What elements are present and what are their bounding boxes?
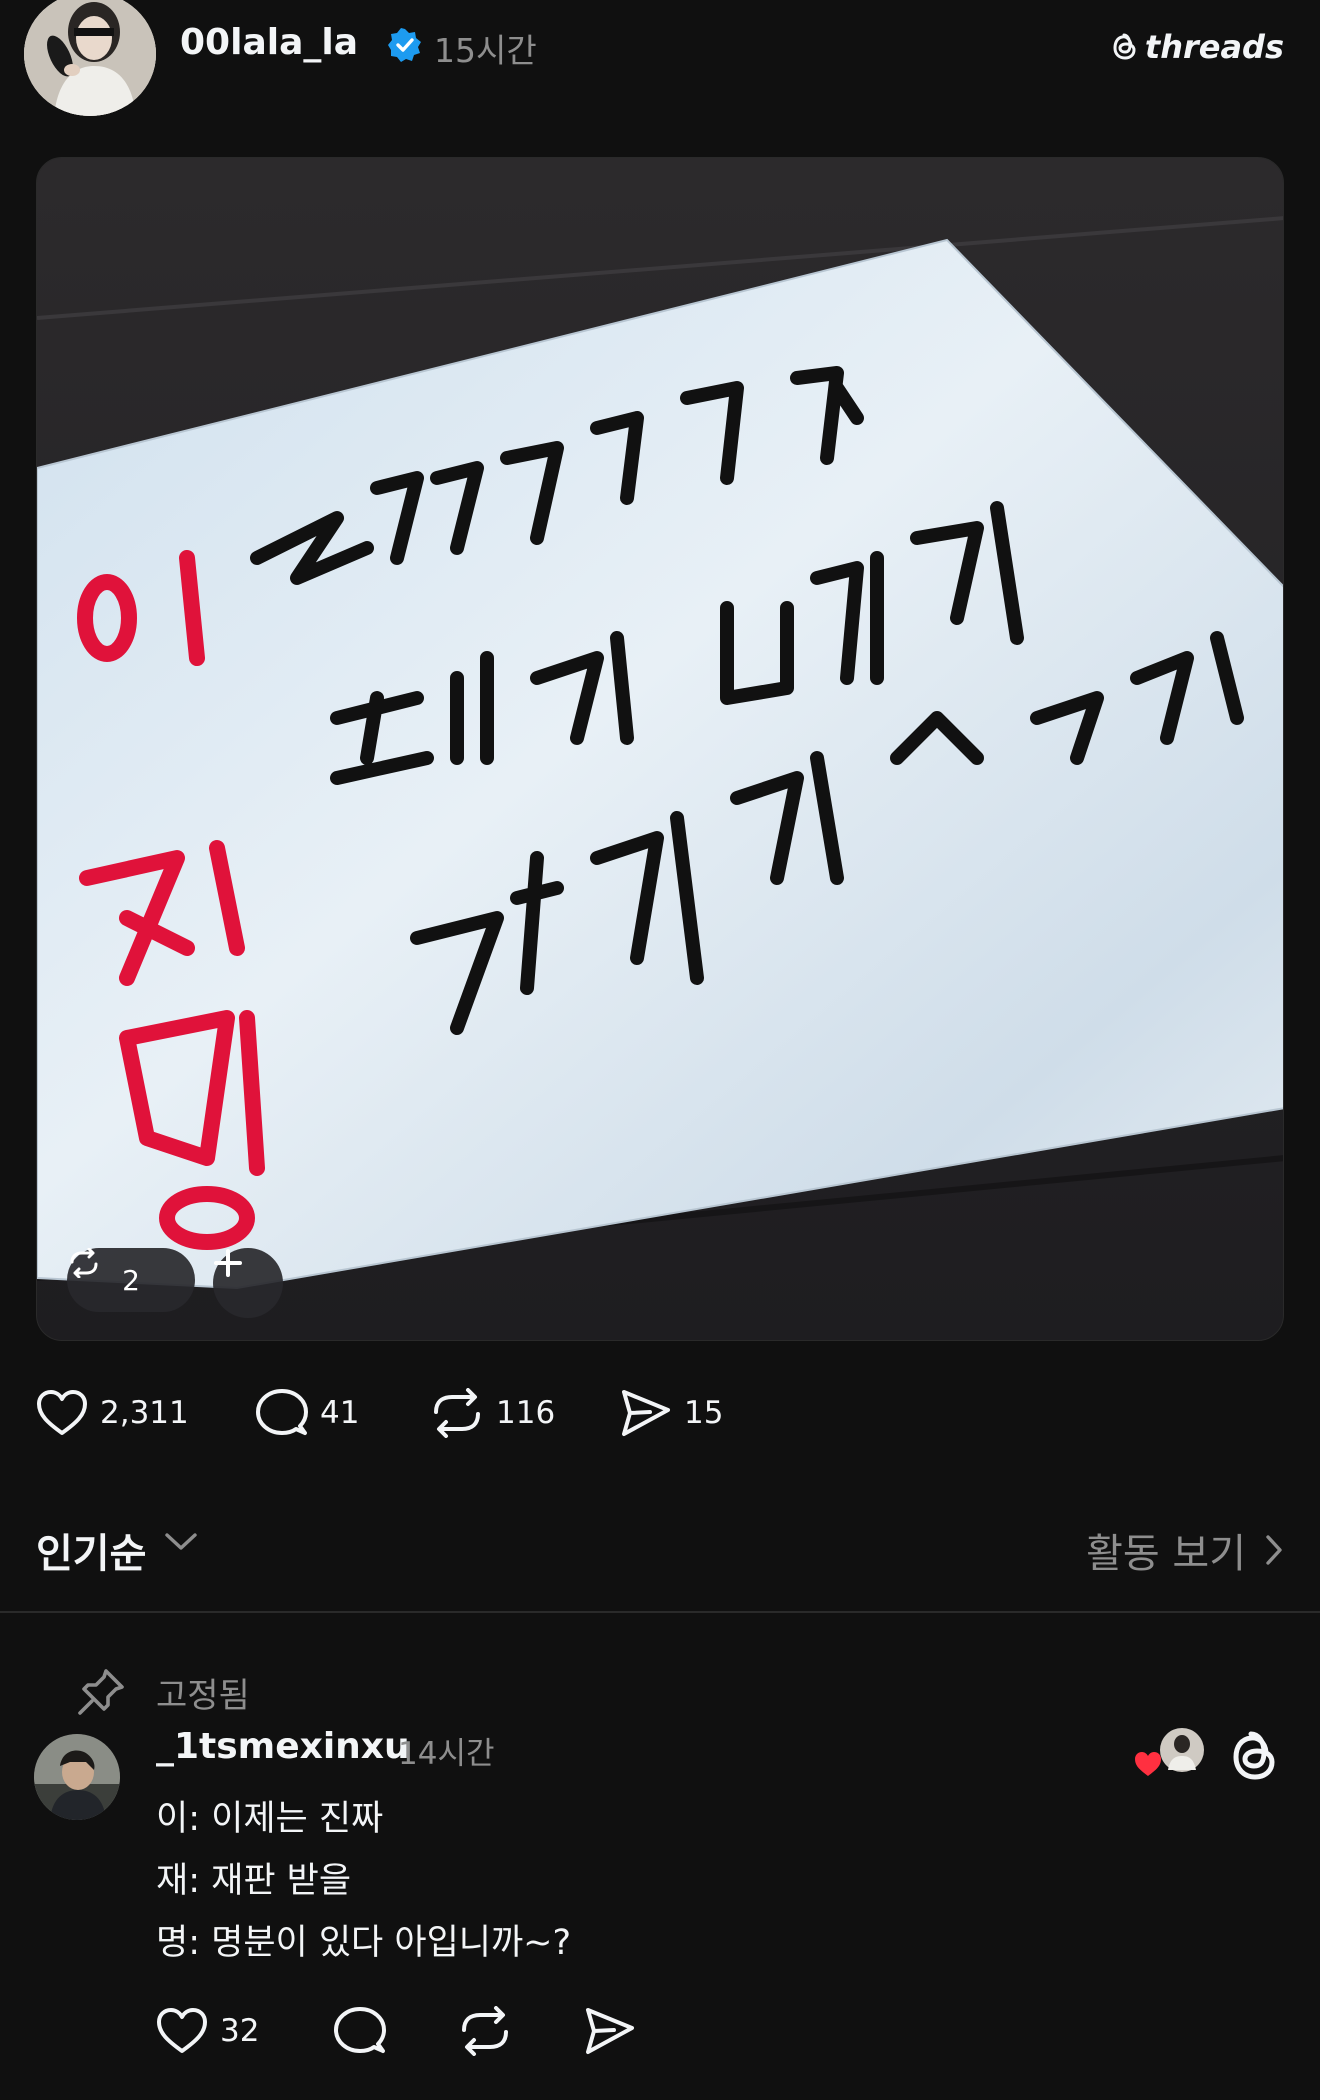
heart-icon bbox=[37, 1390, 87, 1435]
plus-icon bbox=[214, 1249, 242, 1277]
comment-like-count: 32 bbox=[220, 2013, 260, 2049]
comment-sort-row: 인기순 활동 보기 bbox=[36, 1515, 1284, 1577]
comment-like-button[interactable]: 32 bbox=[156, 2007, 334, 2055]
heart-icon bbox=[1135, 1752, 1161, 1776]
comment-text-line: 재: 재판 받을 bbox=[156, 1861, 352, 1901]
post-username[interactable]: 00lala_la bbox=[180, 22, 358, 63]
add-button[interactable] bbox=[213, 1248, 283, 1318]
like-button[interactable]: 2,311 bbox=[36, 1389, 256, 1437]
comment-icon bbox=[334, 2007, 386, 2053]
view-activity-label: 활동 보기 bbox=[1086, 1531, 1246, 1577]
threads-icon bbox=[1113, 33, 1136, 60]
threads-icon[interactable] bbox=[1226, 1728, 1282, 1784]
chevron-down-icon[interactable] bbox=[164, 1531, 198, 1553]
sort-dropdown[interactable]: 인기순 bbox=[36, 1521, 146, 1579]
post-image[interactable]: 2 bbox=[36, 157, 1284, 1341]
chevron-right-icon bbox=[1266, 1535, 1282, 1565]
heart-icon bbox=[157, 2008, 207, 2053]
repost-count-label: 2 bbox=[122, 1263, 140, 1297]
comment-avatar[interactable] bbox=[34, 1734, 120, 1820]
comment-button[interactable]: 41 bbox=[256, 1388, 430, 1438]
comment-count: 41 bbox=[320, 1395, 360, 1431]
like-count: 2,311 bbox=[100, 1395, 189, 1431]
send-icon bbox=[586, 2008, 634, 2054]
author-liked-indicator bbox=[1132, 1726, 1206, 1782]
verified-badge-icon bbox=[388, 28, 421, 62]
pinned-label: 고정됨 bbox=[156, 1675, 250, 1716]
repost-count-pill[interactable]: 2 bbox=[67, 1248, 195, 1312]
comment-text-line: 이: 이제는 진짜 bbox=[156, 1799, 384, 1839]
repost-icon bbox=[434, 1388, 480, 1438]
view-activity-link[interactable]: 활동 보기 bbox=[1086, 1521, 1284, 1579]
comment-username[interactable]: _1tsmexinxu bbox=[156, 1726, 410, 1767]
repost-button[interactable]: 116 bbox=[430, 1388, 620, 1438]
repost-icon bbox=[462, 2006, 508, 2056]
post-actions: 2,311 41 116 15 bbox=[36, 1385, 760, 1441]
divider bbox=[0, 1611, 1320, 1613]
comment-time: 14시간 bbox=[398, 1736, 495, 1772]
send-icon bbox=[622, 1390, 670, 1436]
comment-actions: 32 bbox=[156, 2003, 664, 2059]
threads-logo[interactable]: threads bbox=[1111, 28, 1284, 66]
pin-icon bbox=[78, 1669, 124, 1715]
comment-reply-button[interactable] bbox=[334, 2006, 458, 2056]
comment-icon bbox=[256, 1389, 308, 1435]
share-button[interactable]: 15 bbox=[620, 1388, 760, 1438]
post-header: 00lala_la 15시간 threads bbox=[24, 0, 1284, 120]
share-count: 15 bbox=[684, 1395, 724, 1431]
repost-icon bbox=[70, 1248, 98, 1278]
pinned-indicator: 고정됨 bbox=[76, 1664, 250, 1720]
comment-repost-button[interactable] bbox=[458, 2006, 584, 2056]
avatar[interactable] bbox=[24, 0, 156, 116]
brand-label: threads bbox=[1144, 28, 1284, 66]
repost-count: 116 bbox=[496, 1395, 556, 1431]
post-time: 15시간 bbox=[434, 31, 537, 70]
comment-share-button[interactable] bbox=[584, 2006, 664, 2056]
comment-text-line: 명: 명분이 있다 아입니까~? bbox=[156, 1923, 572, 1963]
